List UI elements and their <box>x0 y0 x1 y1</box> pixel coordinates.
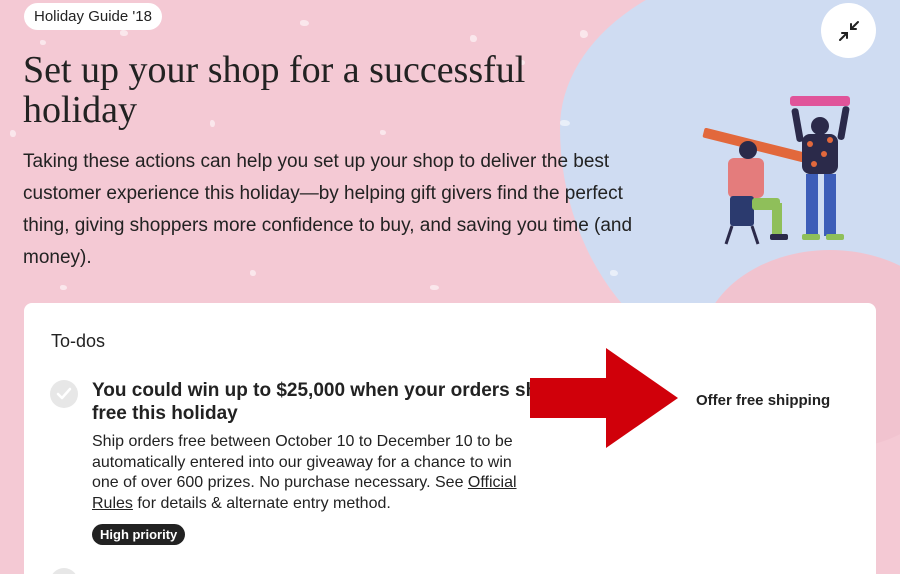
confetti-speck <box>40 40 46 45</box>
confetti-speck <box>300 20 309 26</box>
confetti-speck <box>60 285 67 290</box>
confetti-speck <box>470 35 477 42</box>
todos-heading: To-dos <box>51 331 106 351</box>
todo-desc-text-end: for details & alternate entry method. <box>132 494 391 512</box>
todo-title-line2: free this holiday <box>92 403 238 424</box>
intro-text: Taking these actions can help you set up… <box>23 151 633 268</box>
page-title: Set up your shop for a successful holida… <box>23 49 526 131</box>
todo-title: You could win up to $25,000 when your or… <box>92 379 542 425</box>
confetti-speck <box>120 30 128 36</box>
todo-desc-text: Ship orders free between October 10 to D… <box>92 433 513 491</box>
checkmark-icon <box>56 387 72 400</box>
confetti-speck <box>10 130 16 137</box>
todo-checkbox[interactable] <box>50 380 78 408</box>
todo-description: Ship orders free between October 10 to D… <box>92 432 532 514</box>
holiday-guide-tag: Holiday Guide '18 <box>24 3 162 30</box>
todo-checkbox[interactable] <box>50 568 78 574</box>
workers-illustration <box>702 96 850 245</box>
collapse-button[interactable] <box>821 3 876 58</box>
annotation-arrow-icon <box>530 348 678 448</box>
confetti-speck <box>430 285 439 290</box>
todo-title-line1: You could win up to $25,000 when your or… <box>92 380 542 401</box>
todos-card: To-dos You could win up to $25,000 when … <box>24 303 876 574</box>
confetti-speck <box>380 130 386 135</box>
collapse-arrows-icon <box>838 20 859 41</box>
priority-badge: High priority <box>92 524 186 545</box>
offer-free-shipping-link[interactable]: Offer free shipping <box>696 392 830 409</box>
confetti-speck <box>580 30 588 38</box>
